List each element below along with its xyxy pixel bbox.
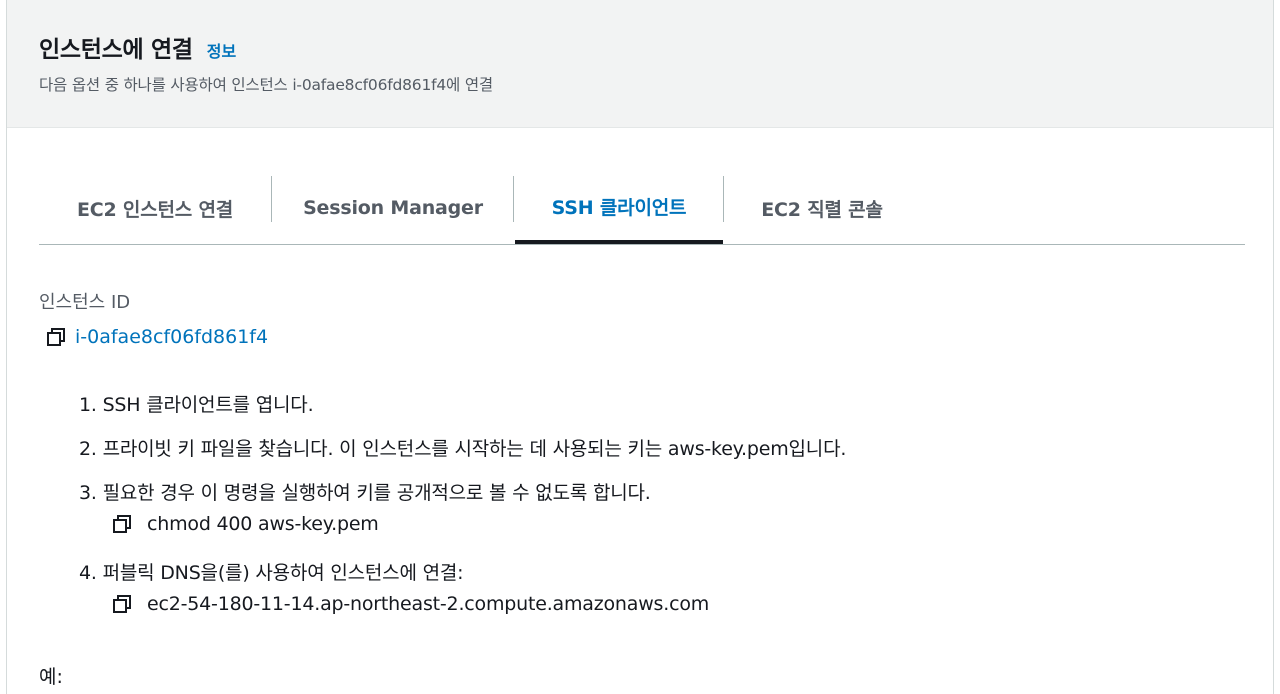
public-dns-row: ec2-54-180-11-14.ap-northeast-2.compute.… <box>111 593 709 615</box>
step-1: 1. SSH 클라이언트를 엽니다. <box>79 394 314 416</box>
step-3: 3. 필요한 경우 이 명령을 실행하여 키를 공개적으로 볼 수 없도록 합니… <box>79 482 651 504</box>
chmod-command: chmod 400 aws-key.pem <box>147 513 379 535</box>
step-2: 2. 프라이빗 키 파일을 찾습니다. 이 인스턴스를 시작하는 데 사용되는 … <box>79 438 847 460</box>
chmod-command-row: chmod 400 aws-key.pem <box>111 513 379 535</box>
page-subtitle: 다음 옵션 중 하나를 사용하여 인스턴스 i-0afae8cf06fd861f… <box>39 76 493 94</box>
step-4: 4. 퍼블릭 DNS을(를) 사용하여 인스턴스에 연결: <box>79 562 464 584</box>
public-dns-value: ec2-54-180-11-14.ap-northeast-2.compute.… <box>147 593 710 615</box>
tab-ec2-serial-console[interactable]: EC2 직렬 콘솔 <box>724 172 920 244</box>
connect-instance-panel: 인스턴스에 연결 정보 다음 옵션 중 하나를 사용하여 인스턴스 i-0afa… <box>6 0 1274 694</box>
tab-session-manager[interactable]: Session Manager <box>272 172 514 244</box>
instance-id-label: 인스턴스 ID <box>39 292 131 313</box>
panel-header: 인스턴스에 연결 정보 다음 옵션 중 하나를 사용하여 인스턴스 i-0afa… <box>7 0 1273 128</box>
copy-icon[interactable] <box>45 326 67 348</box>
copy-icon[interactable] <box>111 513 133 535</box>
title-row: 인스턴스에 연결 정보 <box>39 30 236 64</box>
example-label: 예: <box>39 666 63 688</box>
tab-ec2-instance-connect[interactable]: EC2 인스턴스 연결 <box>39 172 271 244</box>
copy-icon[interactable] <box>111 593 133 615</box>
info-link[interactable]: 정보 <box>207 38 236 62</box>
tab-ssh-client[interactable]: SSH 클라이언트 <box>515 172 723 244</box>
tab-divider <box>513 176 514 222</box>
connection-method-tabs: EC2 인스턴스 연결 Session Manager SSH 클라이언트 EC… <box>39 172 1245 245</box>
page-title: 인스턴스에 연결 <box>39 37 193 63</box>
instance-id-row: i-0afae8cf06fd861f4 <box>45 326 268 348</box>
instance-id-link[interactable]: i-0afae8cf06fd861f4 <box>75 326 268 348</box>
